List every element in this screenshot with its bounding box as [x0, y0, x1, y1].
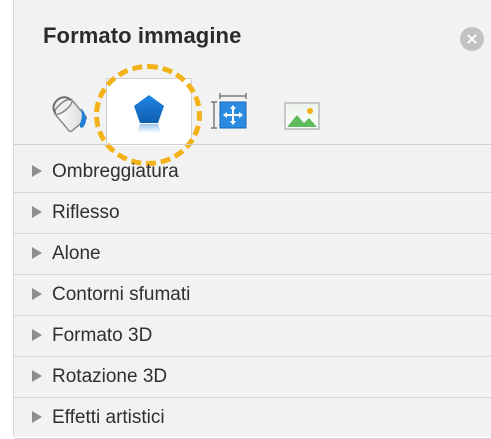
section-formato-3d[interactable]: Formato 3D	[14, 316, 491, 357]
picture-icon	[284, 102, 320, 130]
disclosure-triangle-icon	[32, 165, 42, 177]
section-alone[interactable]: Alone	[14, 234, 491, 275]
section-ombreggiatura[interactable]: Ombreggiatura	[14, 152, 491, 193]
disclosure-triangle-icon	[32, 288, 42, 300]
disclosure-triangle-icon	[32, 329, 42, 341]
section-label: Rotazione 3D	[52, 366, 168, 387]
paint-bucket-icon	[52, 96, 88, 133]
disclosure-triangle-icon	[32, 206, 42, 218]
section-label: Riflesso	[52, 202, 120, 223]
tab-size-and-properties[interactable]	[200, 78, 260, 144]
section-effetti-artistici[interactable]: Effetti artistici	[14, 398, 491, 439]
tab-fill-and-line[interactable]	[38, 78, 104, 144]
close-icon[interactable]: ×	[460, 27, 484, 51]
size-properties-icon	[211, 93, 247, 129]
tab-picture[interactable]	[272, 78, 332, 144]
disclosure-triangle-icon	[32, 370, 42, 382]
section-label: Formato 3D	[52, 325, 153, 346]
section-label: Alone	[52, 243, 101, 264]
section-label: Contorni sfumati	[52, 284, 191, 305]
tab-bar	[14, 78, 491, 146]
section-riflesso[interactable]: Riflesso	[14, 193, 491, 234]
tab-divider	[14, 144, 491, 145]
disclosure-triangle-icon	[32, 247, 42, 259]
disclosure-triangle-icon	[32, 411, 42, 423]
pentagon-icon	[134, 95, 164, 133]
pane-title: Formato immagine	[43, 23, 242, 48]
tab-effects[interactable]	[106, 78, 192, 146]
format-picture-pane: Formato immagine × Ombreggiatura Rifless…	[13, 0, 491, 439]
section-contorni-sfumati[interactable]: Contorni sfumati	[14, 275, 491, 316]
section-rotazione-3d[interactable]: Rotazione 3D	[14, 357, 491, 398]
section-label: Ombreggiatura	[52, 161, 179, 182]
effects-section-list: Ombreggiatura Riflesso Alone Contorni sf…	[14, 152, 491, 439]
section-label: Effetti artistici	[52, 407, 165, 428]
